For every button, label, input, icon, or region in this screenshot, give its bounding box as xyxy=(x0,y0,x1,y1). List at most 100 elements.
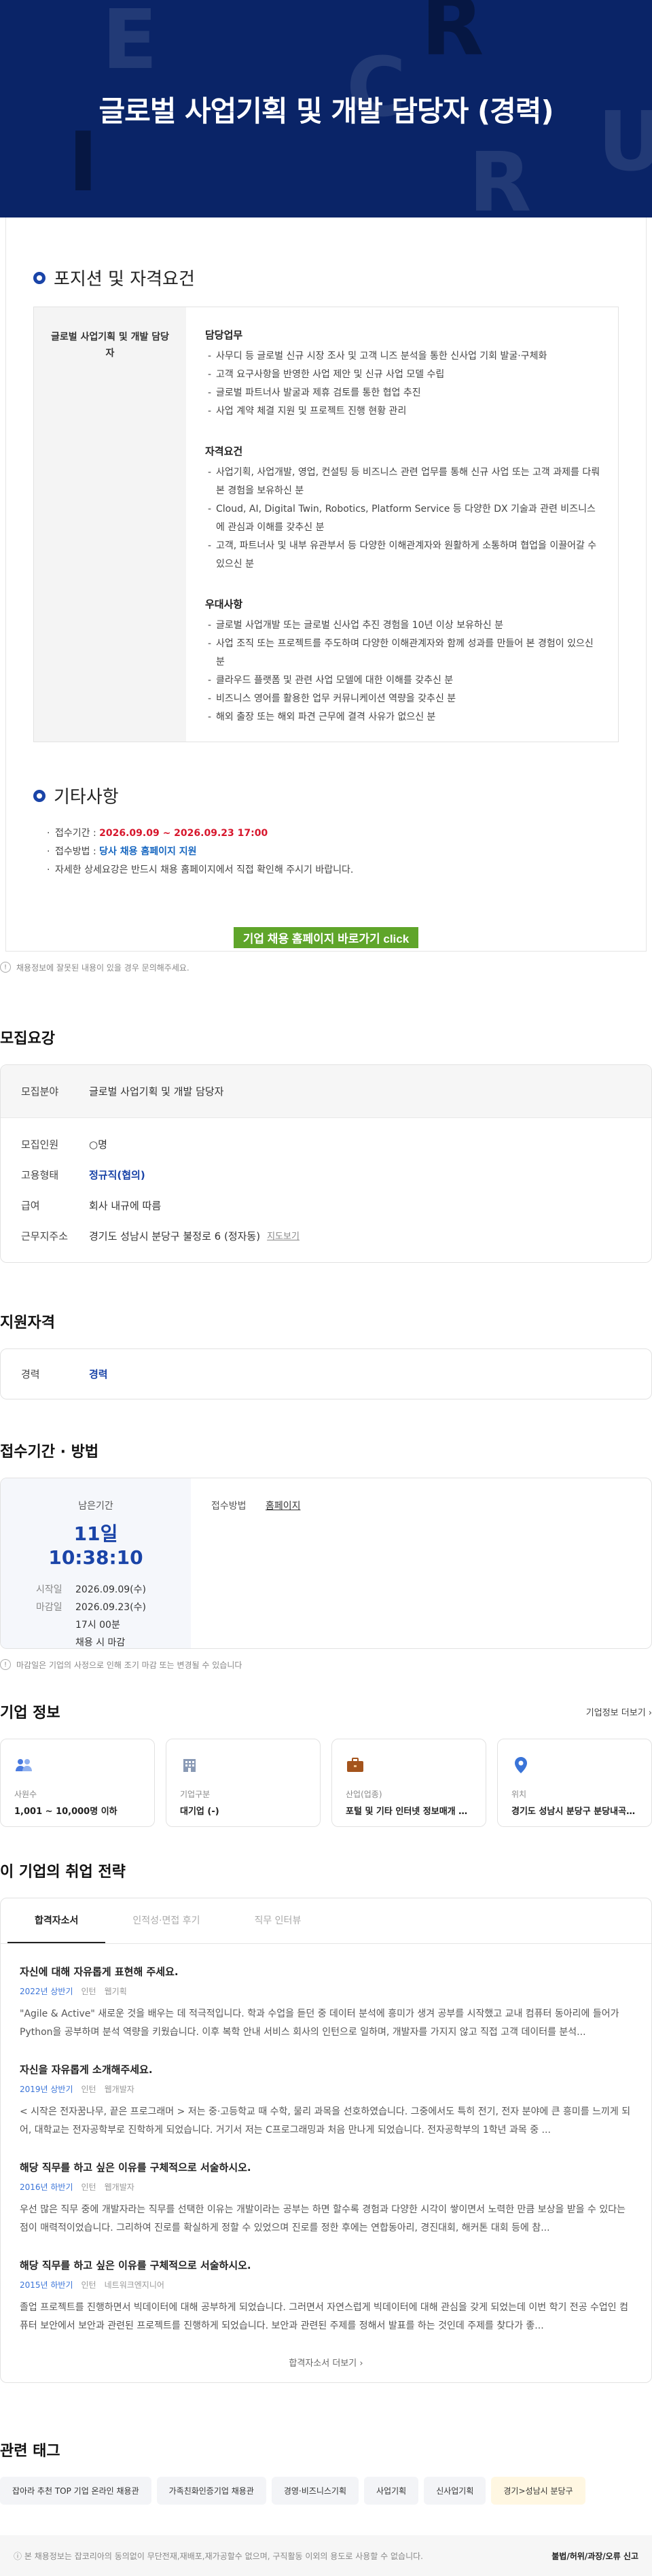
apply-period: 2026.09.09 ~ 2026.09.23 17:00 xyxy=(99,828,268,839)
section-title: 모집요강 xyxy=(0,1030,55,1047)
people-icon xyxy=(14,1756,33,1775)
list-item: 해외 출장 또는 해외 파견 근무에 결격 사유가 없으신 분 xyxy=(205,708,603,727)
position-heading: 포지션 및 자격요건 xyxy=(33,265,619,290)
strategy-section: 이 기업의 취업 전략 합격자소서 인적성·면접 후기 직무 인터뷰 자신에 대… xyxy=(0,1860,652,2383)
report-button[interactable]: 불법/허위/과장/오류 신고 xyxy=(551,2550,638,2562)
section-title: 이 기업의 취업 전략 xyxy=(0,1864,126,1881)
recruit-field-value: 글로벌 사업기획 및 개발 담당자 xyxy=(89,1085,224,1098)
tag-chip[interactable]: 신사업기획 xyxy=(424,2477,486,2505)
list-item: Cloud, AI, Digital Twin, Robotics, Platf… xyxy=(205,500,603,537)
briefcase-icon xyxy=(346,1756,365,1775)
list-item: 사무디 등 글로벌 신규 시장 조사 및 고객 니즈 분석을 통한 신사업 기회… xyxy=(205,347,603,366)
posting-body: 포지션 및 자격요건 글로벌 사업기획 및 개발 담당자 담당업무 사무디 등 … xyxy=(5,217,647,952)
list-item[interactable]: 해당 직무를 하고 싶은 이유를 구체적으로 서술하시오. 2016년 하반기 인… xyxy=(20,2140,632,2238)
requirements-list: 사업기획, 사업개발, 영업, 컨설팅 등 비즈니스 관련 업무를 통해 신규 … xyxy=(205,464,603,574)
countdown-timer: 11일 10:38:10 xyxy=(48,1522,143,1569)
recruit-row: 모집인원 ○명 xyxy=(21,1138,107,1151)
period-card: 남은기간 11일 10:38:10 시작일 2026.09.09(수) 마감일 20… xyxy=(0,1478,652,1649)
company-homepage-button[interactable]: 기업 채용 홈페이지 바로가기 click xyxy=(234,927,418,948)
error-report-notice: ! 채용정보에 잘못된 내용이 있을 경우 문의해주세요. xyxy=(0,957,652,977)
company-more-link[interactable]: 기업정보 더보기 › xyxy=(586,1705,652,1718)
location-pin-icon xyxy=(511,1756,530,1775)
tab-cover-letter[interactable]: 합격자소서 xyxy=(7,1898,106,1943)
strategy-tabs: 합격자소서 인적성·면접 후기 직무 인터뷰 xyxy=(1,1898,651,1944)
list-item: 글로벌 사업개발 또는 글로벌 신사업 추진 경험을 10년 이상 보유하신 분 xyxy=(205,616,603,635)
tag-list: 잡아라 추천 TOP 기업 온라인 채용관 가족친화인증기업 채용관 경영·비즈… xyxy=(0,2477,652,2505)
list-item: 비즈니스 영어를 활용한 업무 커뮤니케이션 역량을 갖추신 분 xyxy=(205,690,603,708)
list-item: 글로벌 파트너사 발굴과 제휴 검토를 통한 협업 추진 xyxy=(205,384,603,402)
section-title: 지원자격 xyxy=(0,1315,55,1331)
list-item: 사업 조직 또는 프로젝트를 주도하며 다양한 이해관계자와 함께 성과를 만들… xyxy=(205,635,603,672)
list-item: 접수기간 : 2026.09.09 ~ 2026.09.23 17:00 xyxy=(47,824,619,843)
section-title: 기업 정보 xyxy=(0,1705,60,1722)
qualify-section: 지원자격 경력 경력 xyxy=(0,1310,652,1399)
map-link[interactable]: 지도보기 xyxy=(267,1229,300,1243)
company-card: 기업구분 대기업 (-) xyxy=(166,1739,321,1827)
recruit-section: 모집요강 모집분야 글로벌 사업기획 및 개발 담당자 모집인원 ○명 고용형태 정… xyxy=(0,1026,652,1263)
list-item[interactable]: 자신을 자유롭게 소개해주세요. 2019년 상반기 인턴 웹개발자 < 시작은 전… xyxy=(20,2042,632,2140)
bullet-circle-icon xyxy=(33,271,46,284)
cover-letter-more-button[interactable]: 합격자소서 더보기 › xyxy=(20,2356,632,2369)
role-label: 글로벌 사업기획 및 개발 담당자 xyxy=(34,307,186,742)
qualification-details: 담당업무 사무디 등 글로벌 신규 시장 조사 및 고객 니즈 분석을 통한 신… xyxy=(186,307,618,742)
list-item: 사업 계약 체결 지원 및 프로젝트 진행 현황 관리 xyxy=(205,402,603,421)
career-value: 경력 xyxy=(89,1368,108,1380)
duties-list: 사무디 등 글로벌 신규 시장 조사 및 고객 니즈 분석을 통한 신사업 기회… xyxy=(205,347,603,421)
company-card: 사원수 1,001 ~ 10,000명 이하 xyxy=(0,1739,155,1827)
tab-job-interview[interactable]: 직무 인터뷰 xyxy=(227,1898,328,1943)
strategy-card: 합격자소서 인적성·면접 후기 직무 인터뷰 자신에 대해 자유롭게 표현해 주… xyxy=(0,1898,652,2383)
etc-section: 기타사항 접수기간 : 2026.09.09 ~ 2026.09.23 17:0… xyxy=(33,783,619,948)
etc-heading: 기타사항 xyxy=(33,783,619,808)
tag-chip[interactable]: 경기>성남시 분당구 xyxy=(491,2477,585,2505)
hero-deco-letter: E xyxy=(102,0,158,88)
tab-interview-review[interactable]: 인적성·면접 후기 xyxy=(105,1898,227,1943)
posting-title: 글로벌 사업기획 및 개발 담당자 (경력) xyxy=(98,94,554,128)
hero-deco-letter: R xyxy=(469,136,532,217)
company-cards: 사원수 1,001 ~ 10,000명 이하 기업구분 대기업 (-) 산업(업… xyxy=(0,1739,652,1827)
list-item: 접수방법 : 당사 채용 홈페이지 지원 xyxy=(47,843,619,861)
recruit-row: 고용형태 정규직(협의) xyxy=(21,1169,145,1181)
info-icon: ! xyxy=(0,1659,11,1670)
tag-chip[interactable]: 사업기획 xyxy=(364,2477,419,2505)
list-item[interactable]: 자신에 대해 자유롭게 표현해 주세요. 2022년 상반기 인턴 웹기획 "Agi… xyxy=(20,1944,632,2042)
tag-chip[interactable]: 가족친화인증기업 채용관 xyxy=(156,2477,266,2505)
tag-chip[interactable]: 잡아라 추천 TOP 기업 온라인 채용관 xyxy=(0,2477,151,2505)
qualification-table: 글로벌 사업기획 및 개발 담당자 담당업무 사무디 등 글로벌 신규 시장 조… xyxy=(33,307,619,742)
recruit-row: 급여 회사 내규에 따름 xyxy=(21,1200,162,1212)
recruit-field-row: 모집분야 글로벌 사업기획 및 개발 담당자 xyxy=(1,1065,651,1118)
list-item: 클라우드 플랫폼 및 관련 사업 모델에 대한 이해를 갖추신 분 xyxy=(205,672,603,690)
company-section: 기업 정보 기업정보 더보기 › 사원수 1,001 ~ 10,000명 이하 … xyxy=(0,1701,652,1827)
hero-deco-letter: R xyxy=(421,0,484,74)
start-date: 2026.09.09(수) xyxy=(75,1584,146,1595)
building-icon xyxy=(180,1756,199,1775)
end-date: 2026.09.23(수) xyxy=(75,1602,146,1613)
requirements-title: 자격요건 xyxy=(205,445,243,457)
preferred-title: 우대사항 xyxy=(205,598,243,610)
copyright-footer: ⓘ 본 채용정보는 잡코리아의 동의없이 무단전재,재배포,재가공할수 없으며,… xyxy=(0,2535,652,2576)
bullet-circle-icon xyxy=(33,789,46,802)
qualify-card: 경력 경력 xyxy=(0,1348,652,1399)
list-item[interactable]: 해당 직무를 하고 싶은 이유를 구체적으로 서술하시오. 2015년 하반기 인… xyxy=(20,2238,632,2335)
tags-section: 관련 태그 잡아라 추천 TOP 기업 온라인 채용관 가족친화인증기업 채용관… xyxy=(0,2439,652,2505)
apply-method-box: 접수방법 홈페이지 xyxy=(211,1501,301,1512)
etc-list: 접수기간 : 2026.09.09 ~ 2026.09.23 17:00 접수방… xyxy=(33,824,619,880)
info-icon: ⓘ xyxy=(14,2551,22,2561)
hero-banner: E R C I U R 글로벌 사업기획 및 개발 담당자 (경력) xyxy=(0,0,652,217)
chevron-right-icon: › xyxy=(359,2359,363,2369)
apply-method: 당사 채용 홈페이지 지원 xyxy=(99,846,197,857)
job-posting-page: E R C I U R 글로벌 사업기획 및 개발 담당자 (경력) 포지션 및… xyxy=(0,0,652,2576)
period-section: 접수기간 · 방법 남은기간 11일 10:38:10 시작일 2026.09.0… xyxy=(0,1440,652,1675)
deadline-notice: ! 마감일은 기업의 사정으로 인해 조기 마감 또는 변경될 수 있습니다 xyxy=(0,1654,652,1675)
homepage-link[interactable]: 홈페이지 xyxy=(266,1501,301,1512)
period-countdown: 남은기간 11일 10:38:10 시작일 2026.09.09(수) 마감일 20… xyxy=(1,1478,191,1648)
list-item: 자세한 상세요강은 반드시 채용 홈페이지에서 직접 확인해 주시기 바랍니다. xyxy=(47,861,619,880)
list-item: 사업기획, 사업개발, 영업, 컨설팅 등 비즈니스 관련 업무를 통해 신규 … xyxy=(205,464,603,500)
duties-title: 담당업무 xyxy=(205,329,243,341)
chevron-right-icon: › xyxy=(648,1707,652,1718)
list-item: 고객 요구사항을 반영한 사업 제안 및 신규 사업 모델 수립 xyxy=(205,366,603,384)
company-card: 산업(업종) 포털 및 기타 인터넷 정보매개 서비스업 xyxy=(331,1739,486,1827)
tag-chip[interactable]: 경영·비즈니스기획 xyxy=(271,2477,359,2505)
recruit-row: 근무지주소 경기도 성남시 분당구 불정로 6 (정자동) 지도보기 xyxy=(21,1229,300,1243)
info-icon: ! xyxy=(0,962,11,973)
company-card: 위치 경기도 성남시 분당구 분당내곡로 117 xyxy=(497,1739,652,1827)
